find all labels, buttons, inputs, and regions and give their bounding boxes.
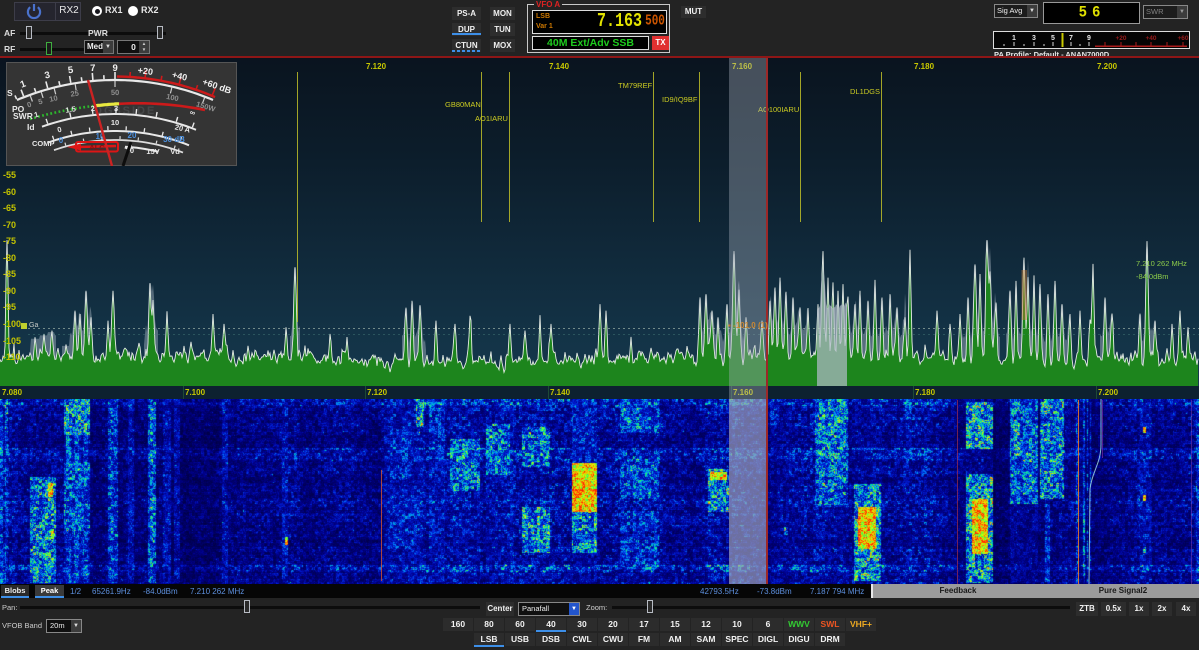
svg-text:7: 7 — [1069, 35, 1073, 42]
svg-text:9: 9 — [112, 63, 118, 74]
svg-text:0: 0 — [59, 136, 64, 145]
svg-text:5: 5 — [1051, 35, 1055, 42]
svg-text:Id: Id — [27, 122, 35, 132]
svg-text:SWR: SWR — [13, 111, 33, 121]
svg-text:+40: +40 — [1145, 35, 1156, 42]
svg-text:3: 3 — [114, 104, 118, 113]
svg-text:20 A: 20 A — [174, 123, 192, 135]
svg-text:1.5: 1.5 — [65, 104, 77, 115]
svg-text:ALC: ALC — [89, 143, 105, 152]
svg-text:∞: ∞ — [189, 108, 197, 118]
svg-text:0: 0 — [26, 100, 33, 110]
svg-text:3: 3 — [1032, 35, 1036, 42]
svg-text:S: S — [7, 88, 13, 98]
svg-text:7: 7 — [90, 63, 96, 74]
svg-text:30 dB: 30 dB — [163, 135, 185, 144]
svg-text:10: 10 — [48, 93, 58, 104]
svg-text:0: 0 — [56, 125, 62, 135]
svg-text:150W: 150W — [195, 99, 217, 114]
svg-text:1: 1 — [19, 78, 28, 90]
svg-text:50: 50 — [111, 88, 119, 97]
svg-text:+20: +20 — [137, 65, 153, 77]
svg-text:5: 5 — [67, 65, 74, 77]
svg-text:25: 25 — [70, 88, 80, 98]
svg-text:DG8SIDE: DG8SIDE — [94, 105, 156, 117]
svg-text:3: 3 — [44, 70, 52, 82]
svg-text:20: 20 — [128, 131, 137, 140]
svg-text:1: 1 — [1012, 35, 1016, 42]
svg-text:Vd: Vd — [170, 147, 180, 156]
svg-text:COMP: COMP — [32, 139, 55, 148]
svg-text:10: 10 — [111, 118, 119, 127]
svg-text:15V: 15V — [146, 147, 159, 156]
svg-text:100: 100 — [165, 92, 179, 103]
svg-text:+60: +60 — [1177, 35, 1188, 42]
svg-text:9: 9 — [1087, 35, 1091, 42]
svg-text:1: 1 — [33, 110, 39, 120]
svg-text:+40: +40 — [171, 69, 188, 82]
svg-text:+20: +20 — [1115, 35, 1126, 42]
svg-text:5: 5 — [37, 97, 43, 107]
